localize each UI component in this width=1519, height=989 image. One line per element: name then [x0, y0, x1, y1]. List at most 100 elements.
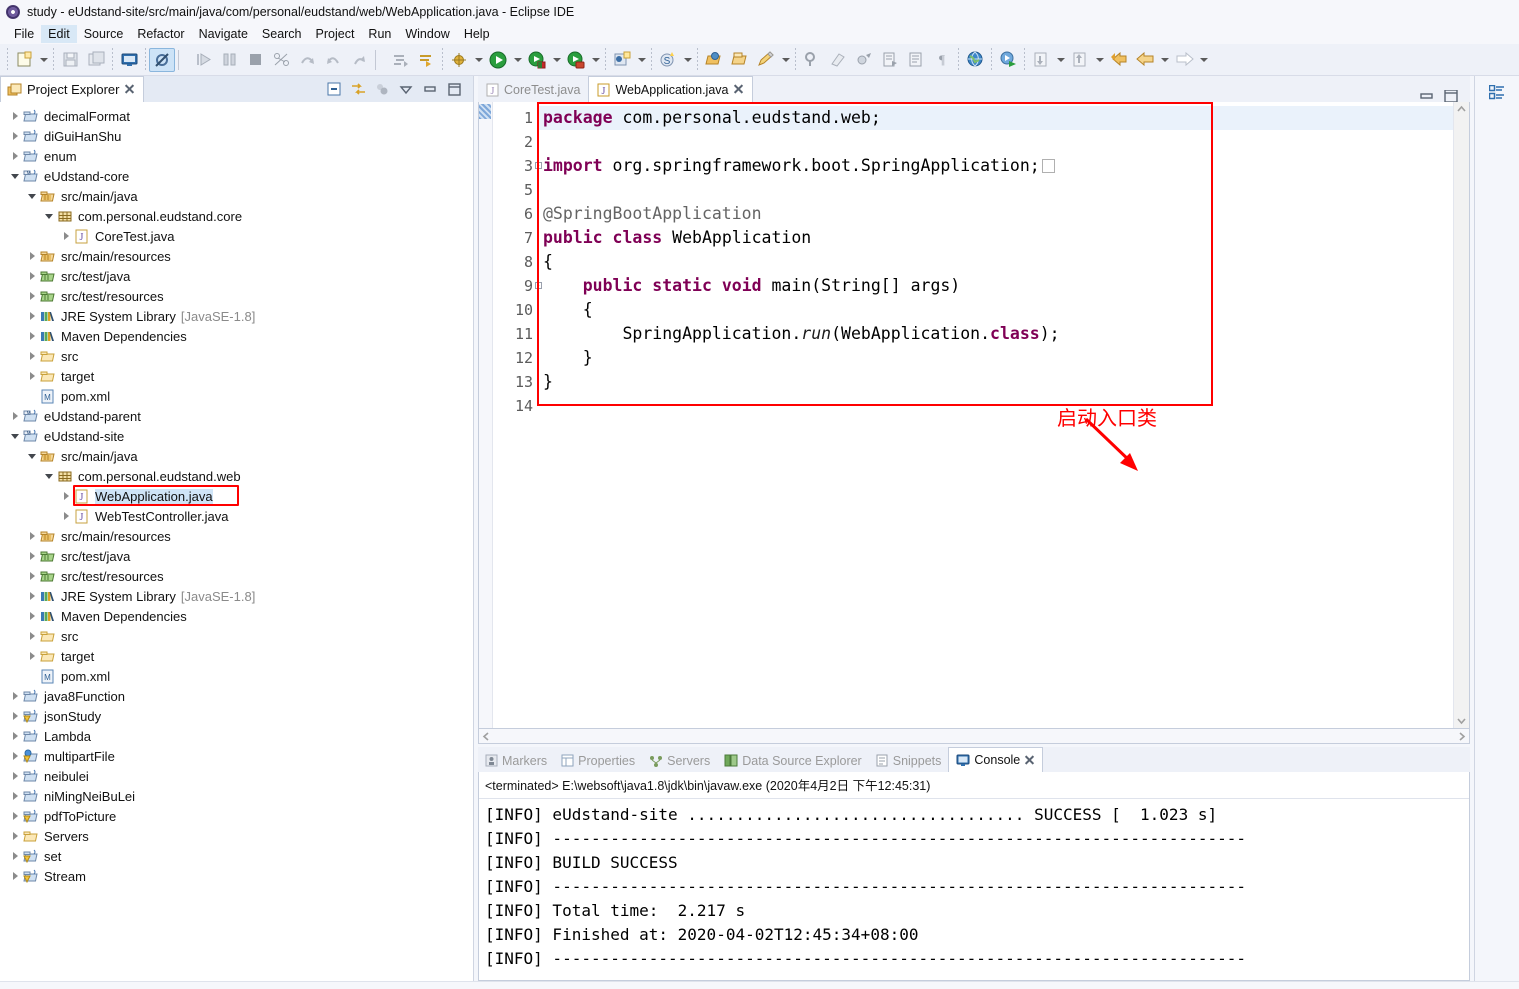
scroll-right-icon[interactable]	[1457, 731, 1466, 741]
menu-window[interactable]: Window	[398, 25, 456, 43]
tree-item-jre-system-library[interactable]: JRE System Library [JavaSE-1.8]	[0, 306, 473, 326]
menu-file[interactable]: File	[7, 25, 41, 43]
chevron-right-icon[interactable]	[8, 849, 22, 863]
tree-item-stream[interactable]: Stream	[0, 866, 473, 886]
tree-item-src-test-resources[interactable]: src/test/resources	[0, 566, 473, 586]
chevron-right-icon[interactable]	[25, 569, 39, 583]
view-menu-icon[interactable]	[395, 79, 417, 99]
chevron-down-icon[interactable]	[25, 189, 39, 203]
new-file-icon[interactable]	[11, 48, 37, 72]
code-area[interactable]: package com.personal.eudstand.web; impor…	[537, 102, 1453, 728]
maximize-icon[interactable]	[1444, 90, 1458, 102]
run-icon[interactable]	[485, 48, 511, 72]
tree-item-com-personal-eudstand-core[interactable]: com.personal.eudstand.core	[0, 206, 473, 226]
chevron-right-icon[interactable]	[8, 769, 22, 783]
chevron-right-icon[interactable]	[59, 489, 73, 503]
chevron-right-icon[interactable]	[25, 329, 39, 343]
run-server-icon[interactable]	[995, 48, 1021, 72]
pencil-icon[interactable]	[753, 48, 779, 72]
code-line[interactable]: @SpringBootApplication	[537, 202, 1453, 226]
code-line[interactable]: {	[537, 298, 1453, 322]
chevron-right-icon[interactable]	[59, 509, 73, 523]
new-java-project-dropdown-icon[interactable]	[635, 48, 648, 72]
code-line[interactable]: public class WebApplication	[537, 226, 1453, 250]
tab-snippets[interactable]: Snippets	[869, 749, 949, 772]
chevron-right-icon[interactable]	[25, 289, 39, 303]
save-icon[interactable]	[57, 48, 83, 72]
debug-dropdown-icon[interactable]	[472, 48, 485, 72]
pause-icon[interactable]	[216, 48, 242, 72]
chevron-right-icon[interactable]	[25, 369, 39, 383]
tree-item-src-test-java[interactable]: src/test/java	[0, 266, 473, 286]
code-line[interactable]	[537, 394, 1453, 418]
tab-console[interactable]: Console	[948, 747, 1044, 772]
step-resume-icon[interactable]	[346, 48, 372, 72]
chevron-right-icon[interactable]	[8, 709, 22, 723]
paragraph-icon[interactable]: ¶	[929, 48, 955, 72]
menu-refactor[interactable]: Refactor	[130, 25, 191, 43]
chevron-down-icon[interactable]	[8, 169, 22, 183]
minimize-icon[interactable]	[1420, 90, 1434, 102]
coverage-icon[interactable]	[563, 48, 589, 72]
scroll-left-icon[interactable]	[482, 731, 491, 741]
back-dropdown-icon[interactable]	[1158, 48, 1171, 72]
tree-item-src-main-resources[interactable]: src/main/resources	[0, 246, 473, 266]
tree-item-target[interactable]: target	[0, 646, 473, 666]
toggle-breakpoint-icon[interactable]	[149, 47, 175, 72]
outline-icon[interactable]	[1484, 80, 1510, 104]
upload-dropdown-icon[interactable]	[1093, 48, 1106, 72]
open-resource-icon[interactable]	[727, 48, 753, 72]
tree-item-set[interactable]: set	[0, 846, 473, 866]
new-file-dropdown-icon[interactable]	[37, 48, 50, 72]
editor-horizontal-scrollbar[interactable]	[478, 729, 1470, 744]
menu-help[interactable]: Help	[457, 25, 497, 43]
chevron-right-icon[interactable]	[8, 409, 22, 423]
tree-item-src-test-resources[interactable]: src/test/resources	[0, 286, 473, 306]
chevron-right-icon[interactable]	[8, 749, 22, 763]
open-type-icon[interactable]	[701, 48, 727, 72]
collapse-all-icon[interactable]	[323, 79, 345, 99]
tree-item-pom-xml[interactable]: Mpom.xml	[0, 386, 473, 406]
next-annotation-icon[interactable]	[387, 48, 413, 72]
chevron-right-icon[interactable]	[8, 789, 22, 803]
tree-item-src-main-java[interactable]: src/main/java	[0, 186, 473, 206]
coverage-dropdown-icon[interactable]	[589, 48, 602, 72]
back-arrow-icon[interactable]	[1132, 48, 1158, 72]
tree-item-enum[interactable]: enum	[0, 146, 473, 166]
scroll-down-icon[interactable]	[1457, 716, 1466, 725]
chevron-right-icon[interactable]	[59, 229, 73, 243]
chevron-right-icon[interactable]	[8, 149, 22, 163]
chevron-right-icon[interactable]	[8, 809, 22, 823]
close-icon[interactable]	[124, 84, 135, 95]
editor-marker-column[interactable]	[479, 102, 493, 728]
download-dropdown-icon[interactable]	[1054, 48, 1067, 72]
code-line[interactable]: package com.personal.eudstand.web;	[537, 106, 1453, 130]
tab-coretest-java[interactable]: J CoreTest.java	[478, 78, 588, 102]
menu-source[interactable]: Source	[77, 25, 131, 43]
chevron-right-icon[interactable]	[25, 349, 39, 363]
close-icon[interactable]	[1024, 755, 1035, 766]
chevron-down-icon[interactable]	[42, 469, 56, 483]
tree-item-com-personal-eudstand-web[interactable]: com.personal.eudstand.web	[0, 466, 473, 486]
tree-item-webapplication-java[interactable]: J WebApplication.java	[0, 485, 473, 506]
menu-search[interactable]: Search	[255, 25, 309, 43]
new-spring-dropdown-icon[interactable]	[681, 48, 694, 72]
chevron-right-icon[interactable]	[25, 649, 39, 663]
new-java-project-icon[interactable]	[609, 48, 635, 72]
back-icon[interactable]	[1106, 48, 1132, 72]
code-line[interactable]: }	[537, 346, 1453, 370]
forward-dropdown-icon[interactable]	[1197, 48, 1210, 72]
chevron-right-icon[interactable]	[8, 109, 22, 123]
tree-item-eudstand-parent[interactable]: MeUdstand-parent	[0, 406, 473, 426]
chevron-right-icon[interactable]	[8, 129, 22, 143]
chevron-right-icon[interactable]	[25, 249, 39, 263]
download-icon[interactable]	[1028, 48, 1054, 72]
tab-markers[interactable]: Markers	[478, 749, 554, 772]
tree-item-src-main-java[interactable]: src/main/java	[0, 446, 473, 466]
tree-item-decimalformat[interactable]: decimalFormat	[0, 106, 473, 126]
chevron-right-icon[interactable]	[25, 609, 39, 623]
menu-run[interactable]: Run	[361, 25, 398, 43]
step-over-icon[interactable]	[294, 48, 320, 72]
tree-item-servers[interactable]: Servers	[0, 826, 473, 846]
chevron-down-icon[interactable]	[42, 209, 56, 223]
